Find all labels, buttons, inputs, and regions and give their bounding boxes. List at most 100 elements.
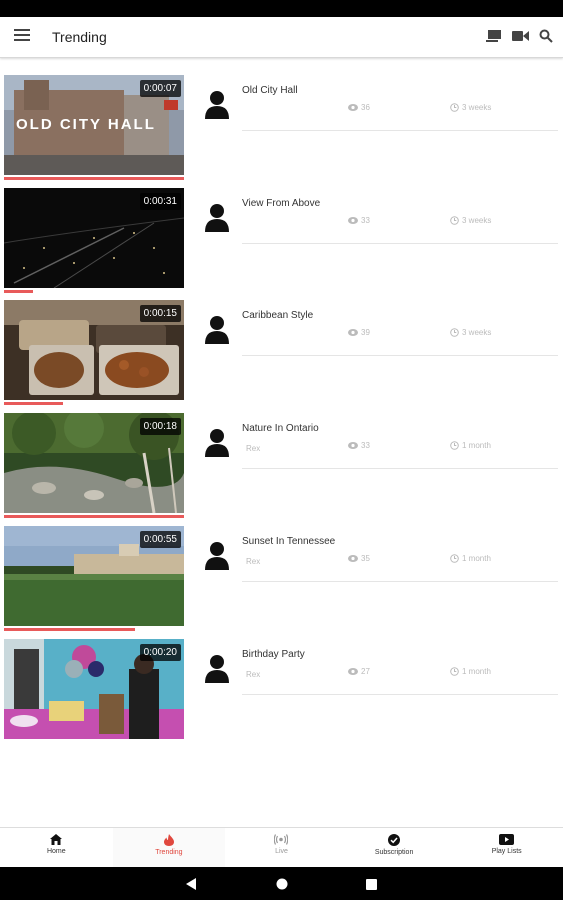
recents-icon[interactable] [366, 877, 377, 895]
clock-icon [450, 666, 459, 676]
watch-progress-bar [4, 627, 135, 631]
clock-icon [450, 103, 459, 112]
duration-badge: 0:00:15 [139, 305, 181, 323]
channel-avatar-icon[interactable] [203, 653, 231, 683]
upload-age-value: 1 month [462, 666, 491, 676]
system-navigation-bar [0, 867, 563, 900]
upload-age-value: 3 weeks [462, 103, 492, 112]
flame-icon [163, 834, 174, 846]
play-box-icon [499, 834, 515, 845]
watch-progress-bar [4, 289, 33, 293]
video-meta: Old City Hall 36 3 weeks [242, 85, 558, 131]
eye-icon [348, 329, 358, 337]
video-title[interactable]: Old City Hall [242, 85, 558, 96]
view-count: 33 [348, 441, 370, 450]
view-count: 35 [348, 554, 370, 563]
video-camera-icon[interactable] [511, 27, 529, 45]
home-circle-icon[interactable] [276, 877, 288, 895]
video-item[interactable]: 0:00:18 Nature In Ontario Rex 33 1 month [0, 411, 563, 524]
duration-badge: 0:00:20 [139, 643, 181, 661]
thumbnail-caption: OLD CITY HALL [16, 116, 156, 133]
app-bar-actions [485, 27, 555, 45]
video-item[interactable]: 0:00:20 Birthday Party Rex 27 1 month [0, 637, 563, 750]
upload-age: 1 month [450, 441, 491, 450]
channel-avatar-icon[interactable] [203, 314, 231, 345]
eye-icon [348, 104, 358, 111]
upload-age: 1 month [450, 667, 491, 676]
upload-age: 3 weeks [450, 328, 491, 337]
video-title[interactable]: View From Above [242, 198, 558, 209]
app-bar: Trending [0, 17, 563, 58]
clock-icon [450, 441, 459, 450]
upload-age: 3 weeks [450, 103, 491, 112]
view-count-value: 27 [361, 666, 370, 676]
upload-age: 1 month [450, 554, 491, 563]
status-bar [0, 0, 563, 17]
view-count-value: 36 [361, 103, 370, 112]
view-count: 33 [348, 216, 370, 225]
search-icon[interactable] [537, 27, 555, 45]
view-count: 27 [348, 667, 370, 676]
eye-icon [348, 554, 358, 562]
channel-avatar-icon[interactable] [203, 540, 231, 570]
video-thumbnail[interactable]: 0:00:15 [4, 300, 184, 401]
bottom-navigation: Home Trending Live Subscription Play Lis… [0, 827, 563, 868]
home-icon [50, 834, 63, 845]
tab-live[interactable]: Live [225, 828, 338, 868]
live-icon [274, 834, 289, 845]
duration-badge: 0:00:07 [139, 80, 181, 97]
clock-icon [450, 553, 459, 563]
video-title[interactable]: Caribbean Style [242, 310, 558, 321]
video-meta: Sunset In Tennessee Rex 35 1 month [242, 536, 558, 582]
video-thumbnail[interactable]: 0:00:18 [4, 413, 184, 514]
video-thumbnail[interactable]: 0:00:55 [4, 525, 184, 626]
upload-age-value: 1 month [462, 553, 491, 563]
upload-age-value: 1 month [462, 441, 491, 451]
watch-progress-bar [4, 515, 184, 519]
view-count-value: 35 [361, 553, 370, 563]
tab-live-label: Live [275, 848, 288, 855]
eye-icon [348, 216, 358, 224]
tab-play-lists[interactable]: Play Lists [450, 828, 563, 868]
tab-trending[interactable]: Trending [112, 828, 226, 868]
watch-progress-bar [4, 402, 63, 406]
video-title[interactable]: Nature In Ontario [242, 423, 558, 434]
watch-progress-bar [4, 177, 184, 180]
video-meta: Birthday Party Rex 27 1 month [242, 649, 558, 695]
video-item[interactable]: 0:00:31 View From Above 33 3 weeks [0, 186, 563, 299]
view-count-value: 33 [361, 215, 370, 225]
page-title: Trending [52, 29, 107, 45]
channel-avatar-icon[interactable] [203, 202, 231, 232]
clock-icon [450, 328, 459, 338]
menu-icon[interactable] [14, 29, 30, 43]
eye-icon [348, 667, 358, 675]
channel-name: Rex [246, 556, 261, 566]
tab-home[interactable]: Home [0, 828, 113, 868]
video-title[interactable]: Sunset In Tennessee [242, 536, 558, 547]
video-meta: View From Above 33 3 weeks [242, 198, 558, 244]
clock-icon [450, 215, 459, 225]
back-icon[interactable] [186, 877, 196, 895]
channel-avatar-icon[interactable] [203, 427, 231, 458]
video-thumbnail[interactable]: 0:00:31 [4, 187, 184, 288]
video-title[interactable]: Birthday Party [242, 649, 558, 660]
view-count: 39 [348, 328, 370, 337]
tab-subscription[interactable]: Subscription [338, 828, 451, 868]
tab-home-label: Home [46, 848, 66, 855]
upload-age-value: 3 weeks [462, 328, 492, 338]
video-item[interactable]: 0:00:55 Sunset In Tennessee Rex 35 1 mon… [0, 524, 563, 637]
tab-subscription-label: Subscription [374, 849, 414, 856]
video-thumbnail[interactable]: 0:00:20 [4, 638, 184, 739]
video-item[interactable]: OLD CITY HALL 0:00:07 Old City Hall 36 3… [0, 73, 563, 186]
video-item[interactable]: 0:00:15 Caribbean Style 39 3 weeks [0, 298, 563, 411]
tab-trending-label: Trending [155, 849, 183, 856]
channel-avatar-icon[interactable] [203, 89, 231, 119]
eye-icon [348, 442, 358, 450]
view-count-value: 33 [361, 441, 370, 451]
cast-icon[interactable] [485, 27, 503, 45]
video-thumbnail[interactable]: OLD CITY HALL 0:00:07 [4, 75, 184, 175]
channel-name: Rex [246, 669, 261, 679]
view-count: 36 [348, 103, 370, 112]
tab-play-lists-label: Play Lists [491, 848, 522, 855]
view-count-value: 39 [361, 328, 370, 338]
